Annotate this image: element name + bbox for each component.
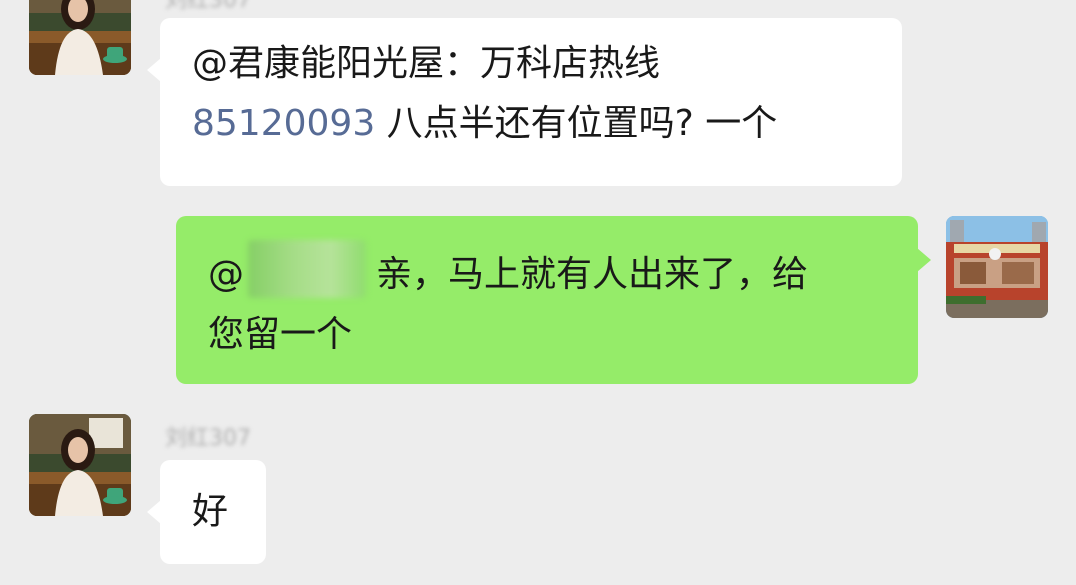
avatar-photo [29,0,131,75]
message-line: 85120093 八点半还有位置吗? 一个 [192,94,902,154]
bubble-tail [147,500,161,524]
avatar-photo [946,216,1048,318]
sender-name: 刘红307 [165,426,251,451]
message-text: 亲，马上就有人出来了，给 [376,254,809,295]
message-line: @君康能阳光屋：万科店热线 [192,34,902,94]
message-bubble-outgoing[interactable]: @ 亲，马上就有人出来了，给 您留一个 [176,216,931,384]
message-line: @ 亲，马上就有人出来了，给 [208,240,918,305]
avatar[interactable] [29,0,131,75]
message-text: 您留一个 [208,314,353,355]
message-bubble-incoming[interactable]: @君康能阳光屋：万科店热线 85120093 八点半还有位置吗? 一个 [147,18,902,186]
avatar-photo [29,414,131,516]
message-text: 好 [192,491,229,532]
bubble-tail [147,58,161,82]
bubble-tail [917,248,931,272]
message-text: @君康能阳光屋：万科店热线 [192,43,661,84]
avatar-self[interactable] [946,216,1048,318]
mention-at-sign: @ [208,254,244,295]
message-bubble-incoming[interactable]: 好 [147,460,266,564]
redacted-mention [248,240,366,298]
avatar[interactable] [29,414,131,516]
sender-name: 刘红307 [165,0,251,13]
phone-number-link[interactable]: 85120093 [192,103,375,144]
message-line: 您留一个 [208,305,918,365]
message-text: 八点半还有位置吗? 一个 [375,103,778,144]
chat-window: 刘红307 @君康能阳光屋：万科店热线 85120093 八点半还有位置吗? 一… [0,0,1076,585]
